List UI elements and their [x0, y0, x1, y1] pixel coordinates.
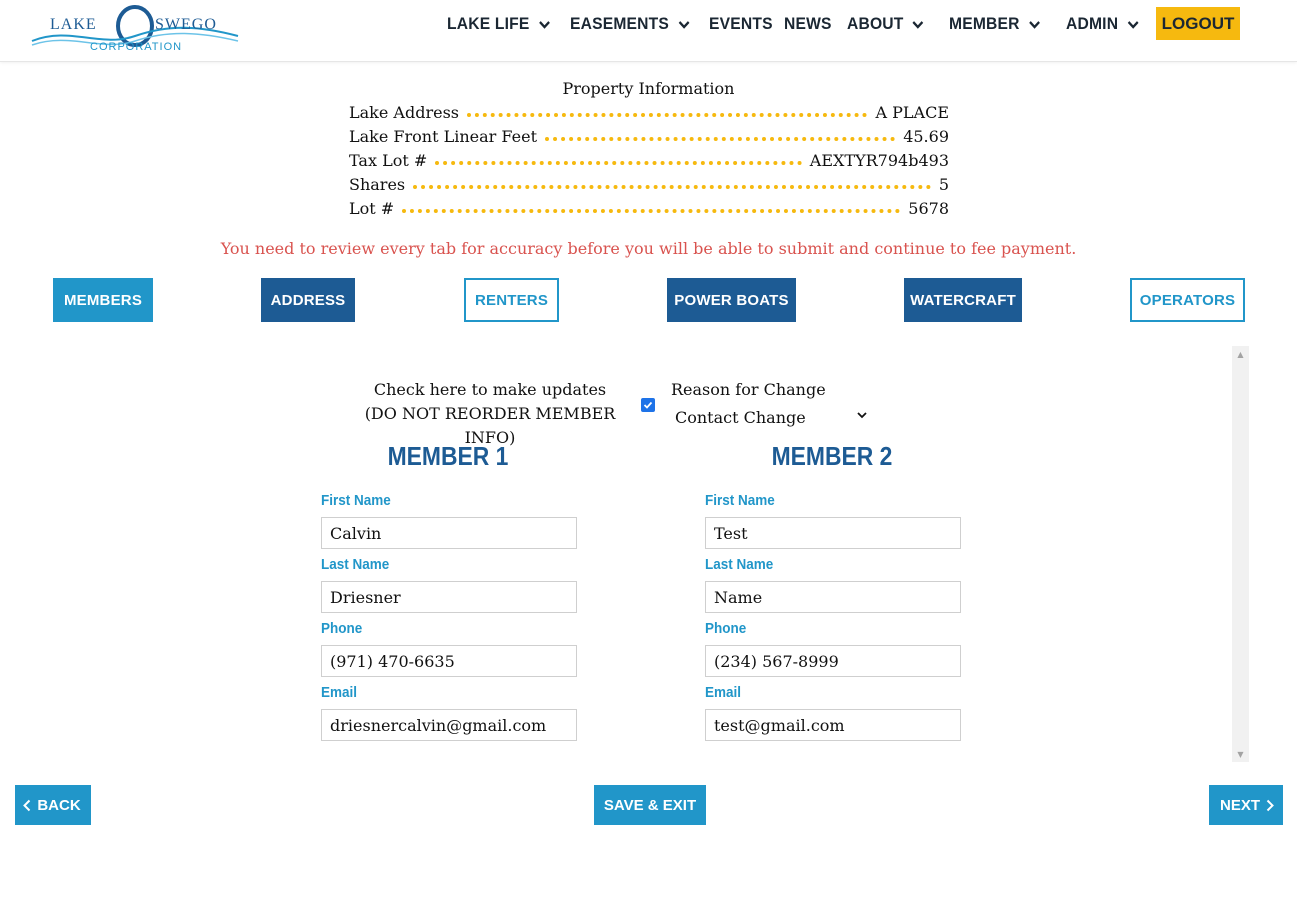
reason-for-change-select[interactable]: Contact Change [671, 405, 871, 429]
logo-text-lake: LAKE [50, 16, 97, 33]
nav-member-label: MEMBER [949, 14, 1020, 33]
save-exit-button[interactable]: SAVE & EXIT [594, 785, 706, 825]
property-label: Tax Lot # [349, 151, 428, 170]
property-label: Lake Front Linear Feet [349, 127, 537, 146]
member-1-first-name-label: First Name [321, 492, 391, 509]
chevron-left-icon [23, 799, 31, 811]
property-label: Lot # [349, 199, 395, 218]
update-checkbox-label: Check here to make updates (DO NOT REORD… [340, 378, 640, 450]
property-row-lot-number: Lot # 5678 [349, 199, 949, 221]
back-button-label: BACK [37, 796, 81, 814]
property-value: 45.69 [903, 127, 949, 146]
nav-news[interactable]: NEWS [784, 10, 832, 38]
logo-text-corporation: CORPORATION [90, 41, 183, 53]
dot-leader [413, 185, 931, 189]
nav-admin-label: ADMIN [1066, 14, 1119, 33]
reason-selected-value: Contact Change [675, 407, 806, 427]
review-warning: You need to review every tab for accurac… [220, 239, 1077, 258]
property-row-tax-lot: Tax Lot # AEXTYR794b493 [349, 151, 949, 173]
update-checkbox-text: Check here to make updates [373, 380, 607, 399]
chevron-right-icon [1266, 799, 1274, 811]
chevron-down-icon [912, 20, 924, 29]
dot-leader [402, 209, 901, 213]
tab-address[interactable]: ADDRESS [261, 278, 355, 322]
chevron-down-icon [857, 412, 867, 419]
logo-text-swego: SWEGO [155, 16, 217, 33]
member-1-phone-label: Phone [321, 620, 363, 637]
member-2-title: MEMBER 2 [771, 441, 893, 471]
member-2-first-name-label: First Name [705, 492, 775, 509]
logout-button[interactable]: LOGOUT [1156, 7, 1240, 40]
nav-easements-label: EASEMENTS [570, 14, 669, 33]
next-button[interactable]: NEXT [1209, 785, 1283, 825]
property-row-linear-feet: Lake Front Linear Feet 45.69 [349, 127, 949, 149]
back-button[interactable]: BACK [15, 785, 91, 825]
tab-operators[interactable]: OPERATORS [1130, 278, 1245, 322]
lake-oswego-logo[interactable]: LAKE SWEGO CORPORATION [30, 4, 240, 58]
chevron-down-icon [538, 20, 550, 29]
update-checkbox[interactable] [641, 398, 655, 412]
nav-news-label: NEWS [784, 14, 832, 33]
dot-leader [467, 113, 868, 117]
site-header: LAKE SWEGO CORPORATION LAKE LIFE EASEMEN… [0, 0, 1297, 62]
property-row-shares: Shares 5 [349, 175, 949, 197]
property-value: 5678 [908, 199, 949, 218]
member-2-last-name-input[interactable]: Name [705, 581, 961, 613]
nav-lake-life[interactable]: LAKE LIFE [447, 10, 551, 38]
chevron-down-icon [1028, 20, 1040, 29]
member-1-phone-input[interactable]: (971) 470-6635 [321, 645, 577, 677]
member-1-first-name-input[interactable]: Calvin [321, 517, 577, 549]
dot-leader [435, 161, 802, 165]
next-button-label: NEXT [1219, 796, 1260, 814]
chevron-down-icon [678, 20, 690, 29]
member-1-last-name-label: Last Name [321, 556, 390, 573]
scrollbar[interactable]: ▲ ▼ [1232, 346, 1249, 762]
tab-members[interactable]: MEMBERS [53, 278, 153, 322]
nav-events-label: EVENTS [709, 14, 773, 33]
tab-renters[interactable]: RENTERS [464, 278, 559, 322]
scroll-down-arrow-icon[interactable]: ▼ [1232, 748, 1249, 760]
member-1-email-input[interactable]: driesnercalvin@gmail.com [321, 709, 577, 741]
chevron-down-icon [1127, 20, 1139, 29]
nav-easements[interactable]: EASEMENTS [570, 10, 690, 38]
property-label: Shares [349, 175, 406, 194]
property-value: 5 [938, 175, 949, 194]
checkmark-icon [643, 401, 653, 409]
member-1-last-name-input[interactable]: Driesner [321, 581, 577, 613]
nav-about-label: ABOUT [847, 14, 904, 33]
member-2-phone-input[interactable]: (234) 567-8999 [705, 645, 961, 677]
property-value: A PLACE [875, 103, 949, 122]
member-2-email-label: Email [705, 684, 742, 701]
member-1-email-label: Email [321, 684, 358, 701]
nav-admin[interactable]: ADMIN [1066, 10, 1139, 38]
nav-about[interactable]: ABOUT [847, 10, 925, 38]
scroll-up-arrow-icon[interactable]: ▲ [1232, 348, 1249, 360]
tab-watercraft[interactable]: WATERCRAFT [904, 278, 1022, 322]
reason-for-change-label: Reason for Change [671, 380, 826, 399]
member-2-first-name-input[interactable]: Test [705, 517, 961, 549]
member-1-title: MEMBER 1 [387, 441, 509, 471]
property-value: AEXTYR794b493 [809, 151, 949, 170]
tab-power-boats[interactable]: POWER BOATS [667, 278, 796, 322]
nav-events[interactable]: EVENTS [709, 10, 773, 38]
nav-member[interactable]: MEMBER [949, 10, 1041, 38]
member-2-phone-label: Phone [705, 620, 747, 637]
property-info-title: Property Information [562, 79, 735, 98]
member-2-last-name-label: Last Name [705, 556, 774, 573]
property-label: Lake Address [349, 103, 459, 122]
dot-leader [545, 137, 896, 141]
nav-lake-life-label: LAKE LIFE [447, 14, 530, 33]
property-row-lake-address: Lake Address A PLACE [349, 103, 949, 125]
member-2-email-input[interactable]: test@gmail.com [705, 709, 961, 741]
